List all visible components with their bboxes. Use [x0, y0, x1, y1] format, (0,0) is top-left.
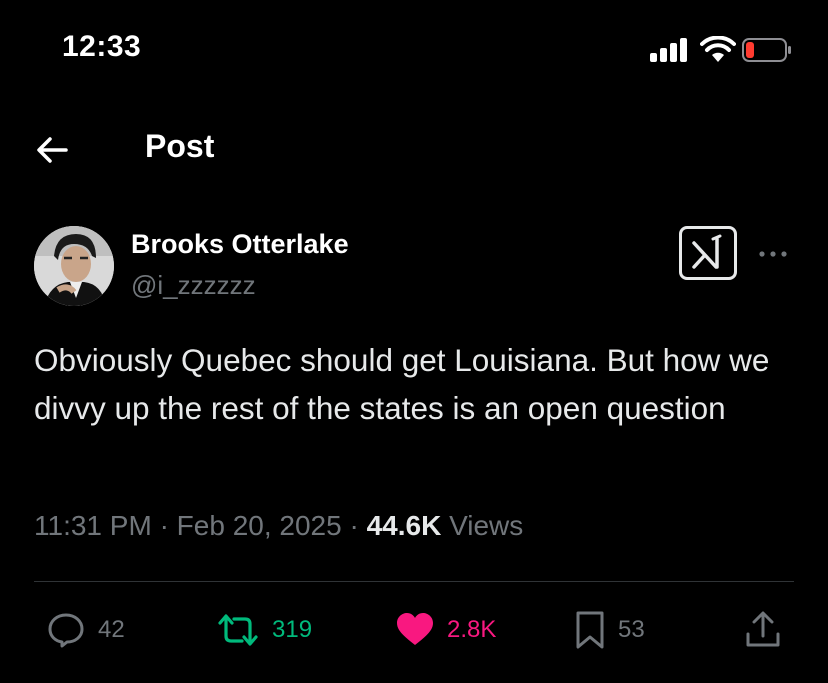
avatar[interactable]: [34, 226, 114, 306]
divider: [34, 581, 794, 582]
post-text: Obviously Quebec should get Louisiana. B…: [34, 342, 770, 426]
like-button[interactable]: 2.8K: [395, 610, 496, 650]
post-time: 11:31 PM: [34, 510, 152, 541]
like-count: 2.8K: [447, 616, 497, 643]
views-label: Views: [449, 510, 524, 541]
battery-low-icon: [742, 38, 791, 62]
meta-separator: ·: [349, 510, 359, 541]
grok-icon: [692, 234, 722, 269]
repost-button[interactable]: 319: [216, 610, 312, 650]
reply-icon: [48, 613, 84, 648]
more-options-icon[interactable]: [755, 240, 791, 268]
back-arrow-icon[interactable]: [34, 132, 72, 168]
wifi-icon: [700, 36, 736, 62]
heart-filled-icon: [397, 613, 433, 645]
page-title: Post: [145, 128, 215, 164]
post-date[interactable]: Feb 20, 2025: [177, 510, 342, 541]
post-meta: 11:31 PM · Feb 20, 2025 · 44.6K Views: [34, 510, 523, 542]
reply-count: 42: [98, 616, 125, 643]
meta-separator: ·: [159, 510, 169, 541]
author-name[interactable]: Brooks Otterlake: [131, 229, 349, 260]
bookmark-icon: [576, 611, 604, 649]
share-icon[interactable]: [743, 610, 783, 650]
cellular-signal-icon: [650, 36, 692, 62]
avatar-image: [34, 226, 114, 306]
repost-count: 319: [272, 616, 313, 643]
author-handle[interactable]: @i_zzzzzz: [131, 270, 256, 301]
status-time: 12:33: [62, 30, 142, 63]
grok-button[interactable]: [679, 226, 737, 280]
views-count[interactable]: 44.6K: [367, 510, 442, 541]
repost-icon: [218, 614, 258, 646]
bookmark-button[interactable]: 53: [574, 610, 645, 650]
status-indicators: [650, 36, 800, 64]
bookmark-count: 53: [618, 616, 645, 643]
reply-button[interactable]: 42: [46, 610, 125, 650]
